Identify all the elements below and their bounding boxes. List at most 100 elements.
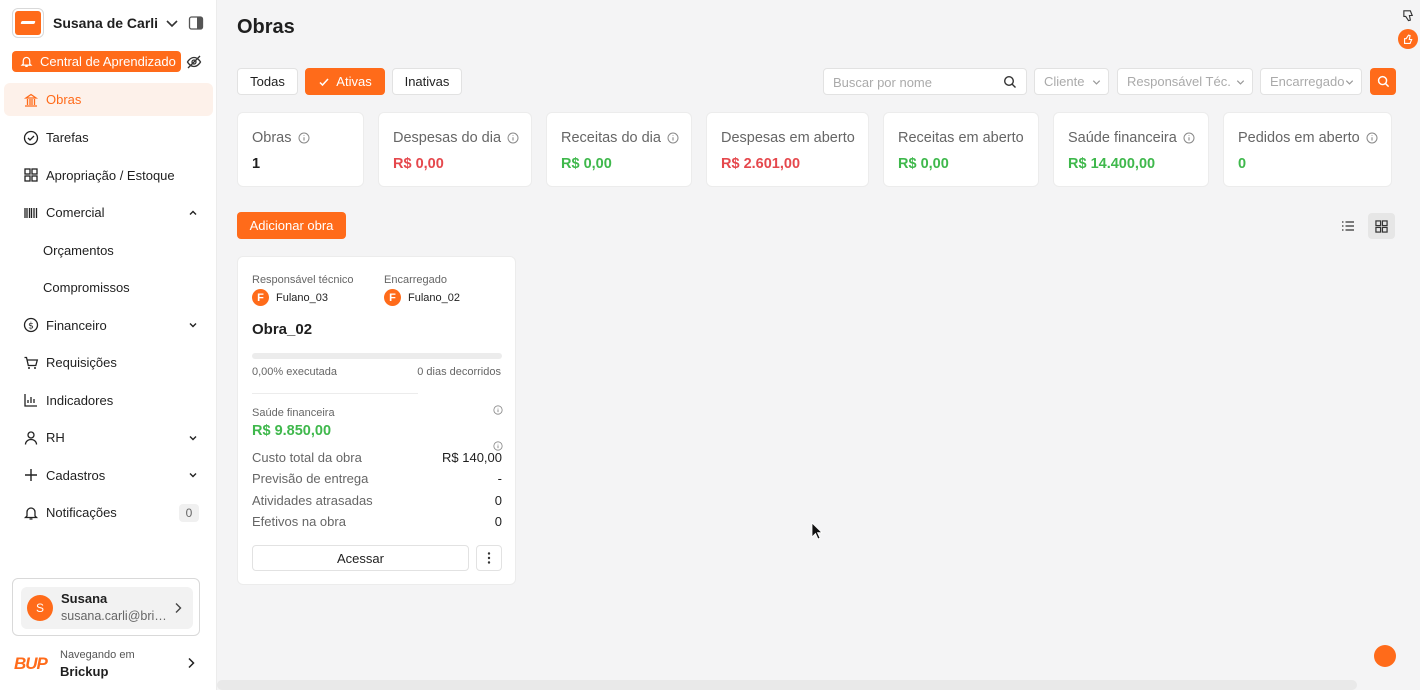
info-icon[interactable] [493, 405, 503, 415]
cliente-select-label: Cliente [1044, 74, 1085, 89]
sidebar-item-compromissos[interactable]: Compromissos [4, 269, 213, 307]
company-switcher[interactable]: BUP Navegando em Brickup [14, 648, 204, 684]
eye-off-icon[interactable] [186, 54, 202, 70]
thumbs-up-icon [1403, 34, 1412, 44]
chevron-down-icon [189, 323, 197, 328]
sidebar-item-label: RH [46, 430, 65, 446]
sidebar-item-notificacoes[interactable]: Notificações 0 [4, 494, 213, 532]
check-circle-icon [22, 129, 39, 146]
svg-text:$: $ [28, 322, 34, 332]
learning-center-label: Central de Aprendizado [40, 54, 176, 69]
horizontal-scrollbar[interactable] [217, 680, 1357, 690]
sidebar-item-label: Financeiro [46, 317, 107, 333]
search-input[interactable] [833, 75, 993, 90]
encarregado-select-label: Encarregado [1270, 74, 1345, 89]
detail-value: R$ 140,00 [442, 450, 502, 465]
encarregado-select[interactable]: Encarregado [1260, 68, 1362, 95]
detail-value: 0 [494, 514, 502, 529]
more-options-button[interactable] [476, 545, 502, 571]
page-title: Obras [237, 16, 295, 38]
tab-todas[interactable]: Todas [237, 68, 298, 95]
info-icon[interactable] [1183, 132, 1195, 144]
stat-label-row: Despesas em aberto [721, 130, 855, 146]
access-button[interactable]: Acessar [252, 545, 469, 571]
obra-card: Responsável técnico F Fulano_03 Encarreg… [237, 256, 516, 585]
cliente-select[interactable]: Cliente [1034, 68, 1109, 95]
stat-label-row: Despesas do dia [393, 130, 519, 146]
avatar: F [384, 289, 401, 306]
user-card[interactable]: S Susana susana.carli@brickup.com.br [12, 578, 200, 636]
info-icon[interactable] [667, 132, 679, 144]
sidebar-item-obras[interactable]: Obras [4, 83, 213, 116]
list-view-button[interactable] [1335, 213, 1361, 239]
health-value: R$ 9.850,00 [252, 423, 332, 439]
obra-title: Obra_02 [252, 321, 313, 338]
tab-ativas[interactable]: Ativas [305, 68, 385, 95]
sidebar-item-comercial[interactable]: Comercial [4, 194, 213, 232]
chevron-up-icon [189, 210, 197, 215]
stat-label: Obras [252, 130, 292, 146]
sidebar-item-rh[interactable]: RH [4, 419, 213, 457]
stat-card-receitas-dia: Receitas do dia R$ 0,00 [546, 112, 692, 187]
chevron-down-icon [1236, 80, 1245, 85]
stat-value: R$ 2.601,00 [721, 156, 801, 172]
like-button[interactable] [1398, 29, 1418, 49]
sidebar-item-requisicoes[interactable]: Requisições [4, 344, 213, 382]
person-icon [22, 429, 39, 446]
tab-label: Inativas [404, 74, 450, 89]
divider [252, 393, 418, 394]
add-obra-button[interactable]: Adicionar obra [237, 212, 346, 239]
responsavel-label: Responsável técnico [252, 274, 354, 286]
sidebar-item-tarefas[interactable]: Tarefas [4, 119, 213, 157]
tab-inativas[interactable]: Inativas [392, 68, 462, 95]
plus-icon [22, 467, 39, 484]
sidebar-item-financeiro[interactable]: $ Financeiro [4, 307, 213, 345]
detail-label: Atividades atrasadas [252, 493, 373, 508]
sidebar-toggle-icon[interactable] [188, 15, 204, 31]
user-menu[interactable]: S Susana susana.carli@brickup.com.br [21, 587, 193, 629]
sidebar: Susana de Carli Central de Aprendizado O… [0, 0, 217, 690]
stat-value: 0 [1238, 156, 1247, 172]
brand-caption: Navegando em [60, 649, 135, 661]
sidebar-item-label: Requisições [46, 355, 117, 371]
brand-logo: BUP [14, 654, 48, 673]
avatar: F [252, 289, 269, 306]
stat-label: Despesas do dia [393, 130, 502, 146]
learning-center-button[interactable]: Central de Aprendizado [12, 51, 181, 72]
sidebar-item-label: Obras [46, 92, 82, 107]
responsavel-name: Fulano_03 [276, 291, 328, 304]
search-button[interactable] [1370, 68, 1396, 95]
search-icon[interactable] [1003, 75, 1017, 89]
sidebar-item-indicadores[interactable]: Indicadores [4, 382, 213, 420]
executed-percent: 0,00% executada [252, 366, 338, 378]
mouse-cursor-icon [811, 522, 823, 540]
brand-name: Brickup [60, 664, 109, 679]
sidebar-item-orcamentos[interactable]: Orçamentos [4, 232, 213, 270]
responsavel-select[interactable]: Responsável Téc. [1117, 68, 1253, 95]
detail-value: - [497, 471, 502, 486]
chart-icon [22, 392, 39, 409]
chevron-down-icon [1092, 80, 1101, 85]
sidebar-item-label: Compromissos [43, 280, 130, 296]
info-icon[interactable] [507, 132, 519, 144]
sidebar-item-label: Tarefas [46, 130, 89, 146]
stat-card-despesas-aberto: Despesas em aberto R$ 2.601,00 [706, 112, 869, 187]
sidebar-item-cadastros[interactable]: Cadastros [4, 457, 213, 495]
sidebar-item-apropriacao[interactable]: Apropriação / Estoque [4, 157, 213, 195]
info-icon[interactable] [1366, 132, 1378, 144]
grid-view-button[interactable] [1368, 213, 1395, 239]
chevron-right-icon [188, 657, 195, 669]
thumbs-down-icon[interactable] [1402, 9, 1415, 22]
chevron-down-icon [1345, 80, 1354, 85]
building-icon [22, 91, 39, 108]
notification-count-badge: 0 [179, 503, 199, 522]
help-chat-button[interactable] [1374, 645, 1396, 667]
detail-label: Previsão de entrega [252, 471, 369, 486]
stat-card-despesas-dia: Despesas do dia R$ 0,00 [378, 112, 532, 187]
detail-row: Atividades atrasadas 0 [252, 493, 502, 508]
stat-label: Receitas do dia [561, 130, 661, 146]
org-switcher[interactable]: Susana de Carli [12, 8, 180, 38]
org-name: Susana de Carli [53, 15, 159, 31]
info-icon[interactable] [298, 132, 310, 144]
org-logo [12, 8, 44, 38]
